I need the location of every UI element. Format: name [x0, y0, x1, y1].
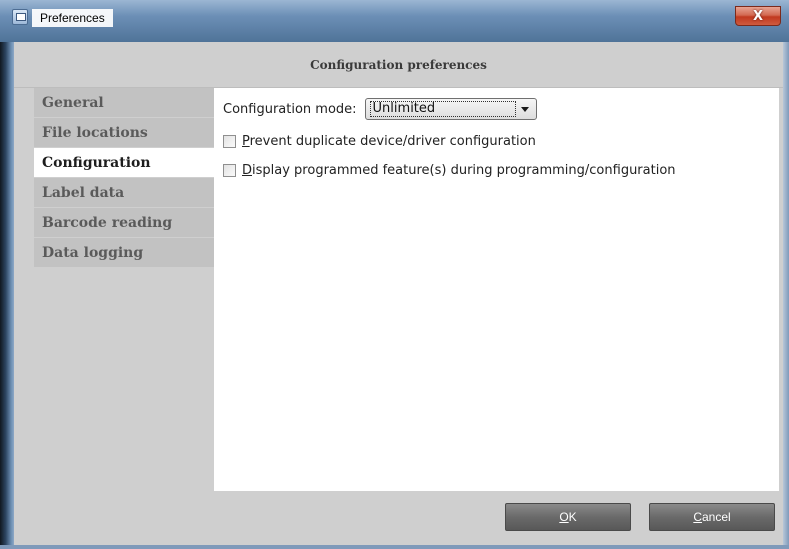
prevent-duplicate-text: revent duplicate device/driver configura…: [249, 133, 536, 149]
sidebar-item-data-logging[interactable]: Data logging: [34, 238, 214, 267]
cancel-mnemonic: C: [693, 510, 702, 524]
title-bar[interactable]: Preferences X: [0, 0, 789, 42]
display-programmed-mnemonic: D: [242, 162, 253, 178]
header-bar: Configuration preferences: [14, 42, 783, 88]
display-programmed-label: Display programmed feature(s) during pro…: [242, 163, 676, 178]
sidebar-item-file-locations[interactable]: File locations: [34, 118, 214, 147]
configuration-panel: Configuration mode: Unlimited Prevent du…: [214, 88, 779, 491]
window-frame-left: [0, 42, 14, 549]
configuration-mode-label: Configuration mode:: [223, 101, 357, 117]
sidebar-item-label: Label data: [42, 184, 125, 201]
configuration-mode-value: Unlimited: [369, 101, 516, 117]
sidebar-item-configuration[interactable]: Configuration: [34, 148, 214, 177]
sidebar-item-label: File locations: [42, 124, 148, 141]
title-bar-inner: Preferences X: [8, 6, 781, 40]
sidebar-item-barcode-reading[interactable]: Barcode reading: [34, 208, 214, 237]
sidebar-item-label: Configuration: [42, 154, 151, 171]
prevent-duplicate-checkbox-row[interactable]: Prevent duplicate device/driver configur…: [223, 132, 536, 150]
display-programmed-text: isplay programmed feature(s) during prog…: [252, 162, 676, 178]
window-title: Preferences: [32, 9, 113, 27]
cancel-text: ancel: [701, 510, 731, 524]
prevent-duplicate-label: Prevent duplicate device/driver configur…: [242, 134, 536, 149]
prevent-duplicate-checkbox[interactable]: [223, 134, 236, 148]
ok-button[interactable]: OK: [505, 503, 631, 531]
ok-text: K: [568, 510, 577, 524]
app-window-icon[interactable]: [12, 9, 28, 25]
preferences-window: Preferences X Configuration preferences …: [0, 0, 789, 549]
sidebar-item-general[interactable]: General: [34, 88, 214, 117]
chevron-down-icon: [520, 107, 529, 112]
close-button[interactable]: X: [735, 6, 781, 26]
window-frame-bottom: [0, 545, 789, 549]
cancel-button[interactable]: Cancel: [649, 503, 775, 531]
sidebar-item-label: Data logging: [42, 244, 144, 261]
display-programmed-checkbox-row[interactable]: Display programmed feature(s) during pro…: [223, 161, 676, 179]
sidebar: General File locations Configuration Lab…: [34, 88, 214, 268]
close-icon: X: [752, 8, 764, 24]
display-programmed-checkbox[interactable]: [223, 163, 236, 177]
sidebar-item-label-data[interactable]: Label data: [34, 178, 214, 207]
sidebar-item-label: Barcode reading: [42, 214, 173, 231]
window-frame-right: [783, 42, 789, 549]
configuration-mode-select[interactable]: Unlimited: [364, 98, 537, 120]
dialog-client-area: Configuration preferences General File l…: [14, 42, 783, 545]
configuration-mode-row: Configuration mode: Unlimited: [223, 97, 537, 121]
prevent-duplicate-mnemonic: P: [242, 133, 250, 149]
ok-mnemonic: O: [559, 510, 569, 524]
sidebar-item-label: General: [42, 94, 104, 111]
page-title: Configuration preferences: [310, 57, 487, 72]
